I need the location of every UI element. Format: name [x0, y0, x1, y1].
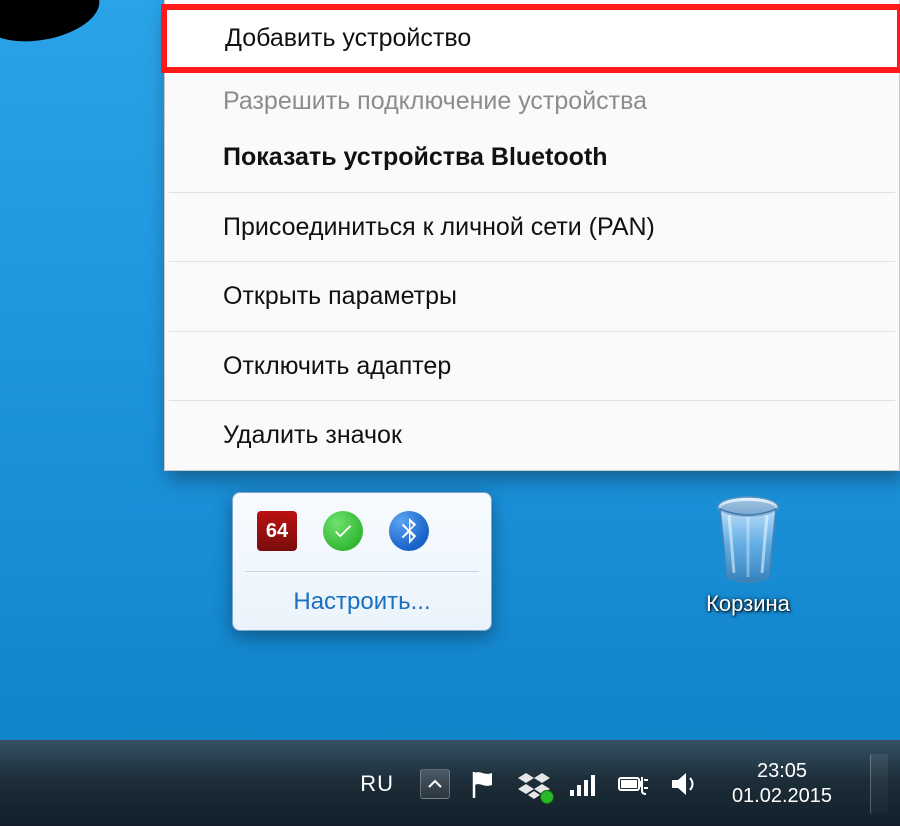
tray-customize-link[interactable]: Настроить... [251, 582, 473, 618]
network-signal-icon[interactable] [568, 768, 600, 800]
tray-popup-separator [245, 571, 479, 572]
tray-icons-row: 64 [251, 503, 473, 571]
aida64-badge-text: 64 [266, 520, 288, 543]
menu-item-open-settings[interactable]: Открыть параметры [165, 268, 899, 325]
recycle-bin-label: Корзина [678, 591, 818, 617]
volume-icon[interactable] [668, 768, 700, 800]
menu-separator [169, 261, 895, 262]
chevron-up-icon [427, 776, 443, 792]
menu-separator [169, 400, 895, 401]
menu-item-remove-icon[interactable]: Удалить значок [165, 407, 899, 464]
action-center-flag-icon[interactable] [468, 768, 500, 800]
menu-item-allow-connection: Разрешить подключение устройства [165, 73, 899, 130]
menu-item-show-bt-devices[interactable]: Показать устройства Bluetooth [165, 129, 899, 186]
bluetooth-icon [400, 518, 418, 544]
taskbar: RU [0, 740, 900, 826]
taskbar-clock[interactable]: 23:05 01.02.2015 [718, 759, 848, 809]
speaker-icon [668, 768, 700, 800]
tray-customize-label: Настроить... [293, 588, 430, 615]
flag-icon [468, 768, 500, 800]
battery-plug-icon [618, 768, 650, 800]
menu-separator [169, 331, 895, 332]
recycle-bin-desktop-icon[interactable]: Корзина [678, 495, 818, 617]
bluetooth-tray-icon[interactable] [389, 511, 429, 551]
menu-item-join-pan[interactable]: Присоединиться к личной сети (PAN) [165, 199, 899, 256]
menu-item-label: Отключить адаптер [223, 352, 451, 380]
dropbox-tray-icon[interactable] [518, 768, 550, 800]
clock-time: 23:05 [722, 759, 842, 784]
menu-item-label: Добавить устройство [225, 24, 471, 52]
menu-item-label: Открыть параметры [223, 282, 457, 310]
sync-ok-badge-icon [540, 790, 554, 804]
language-code: RU [360, 771, 394, 796]
aida64-tray-icon[interactable]: 64 [257, 511, 297, 551]
check-icon [332, 520, 354, 542]
menu-item-label: Разрешить подключение устройства [223, 87, 647, 115]
menu-item-disable-adapter[interactable]: Отключить адаптер [165, 338, 899, 395]
menu-item-label: Показать устройства Bluetooth [223, 143, 608, 171]
recycle-bin-icon [709, 495, 787, 585]
menu-item-label: Удалить значок [223, 421, 402, 449]
decorative-smudge [0, 0, 104, 50]
menu-item-add-device[interactable]: Добавить устройство [161, 4, 900, 73]
power-plug-icon[interactable] [618, 768, 650, 800]
tray-overflow-popup: 64 Настроить... [232, 492, 492, 631]
clock-date: 01.02.2015 [722, 784, 842, 809]
menu-item-label: Присоединиться к личной сети (PAN) [223, 213, 655, 241]
signal-bars-icon [568, 768, 600, 800]
desktop-background: Добавить устройство Разрешить подключени… [0, 0, 900, 826]
bluetooth-context-menu: Добавить устройство Разрешить подключени… [164, 0, 900, 471]
show-desktop-button[interactable] [870, 754, 888, 814]
menu-separator [169, 192, 895, 193]
tray-overflow-button[interactable] [420, 769, 450, 799]
skype-tray-icon[interactable] [323, 511, 363, 551]
language-indicator[interactable]: RU [352, 767, 402, 801]
